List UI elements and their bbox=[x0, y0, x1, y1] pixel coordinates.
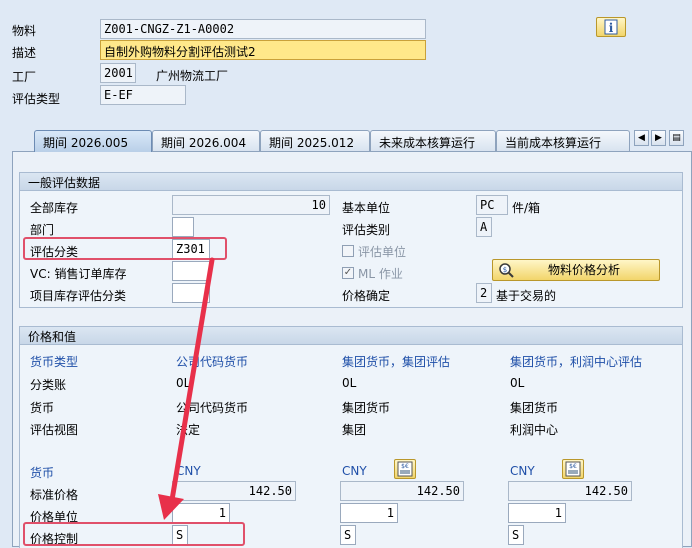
annotation-arrow bbox=[158, 257, 215, 520]
tab-period-2026-005[interactable]: 期间 2026.005 bbox=[34, 130, 152, 152]
